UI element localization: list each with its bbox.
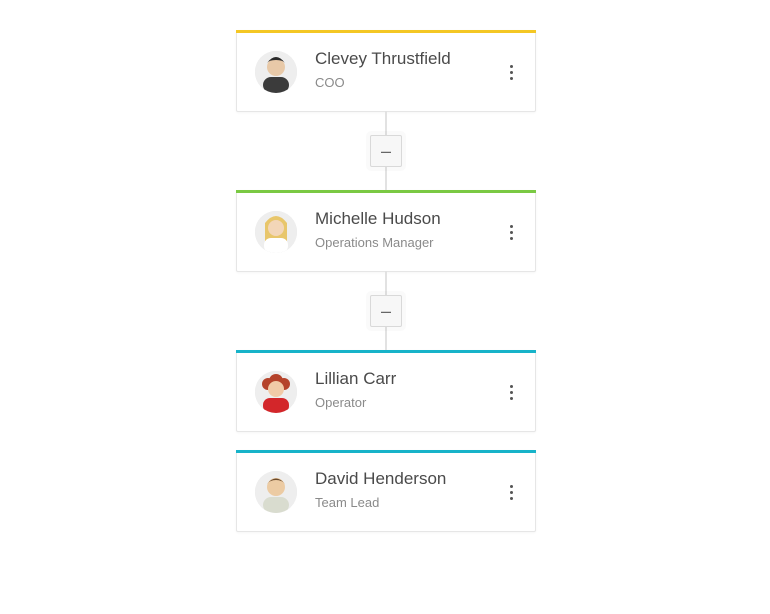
- org-card: Michelle Hudson Operations Manager: [236, 190, 536, 272]
- accent-stripe: [236, 190, 536, 193]
- avatar: [255, 51, 297, 93]
- org-card: Lillian Carr Operator: [236, 350, 536, 432]
- accent-stripe: [236, 30, 536, 33]
- person-name: Clevey Thrustfield: [315, 49, 451, 69]
- avatar: [255, 371, 297, 413]
- person-name: Lillian Carr: [315, 369, 396, 389]
- more-options-icon[interactable]: [501, 379, 521, 405]
- person-role: COO: [315, 75, 345, 90]
- accent-stripe: [236, 350, 536, 353]
- org-card: David Henderson Team Lead: [236, 450, 536, 532]
- collapse-toggle[interactable]: –: [370, 295, 402, 327]
- org-chart: Clevey Thrustfield COO – Michelle Hudson…: [0, 0, 770, 614]
- more-options-icon[interactable]: [501, 219, 521, 245]
- avatar: [255, 211, 297, 253]
- person-role: Operations Manager: [315, 235, 434, 250]
- accent-stripe: [236, 450, 536, 453]
- person-name: Michelle Hudson: [315, 209, 441, 229]
- more-options-icon[interactable]: [501, 59, 521, 85]
- collapse-toggle[interactable]: –: [370, 135, 402, 167]
- person-name: David Henderson: [315, 469, 446, 489]
- more-options-icon[interactable]: [501, 479, 521, 505]
- org-card: Clevey Thrustfield COO: [236, 30, 536, 112]
- person-role: Operator: [315, 395, 366, 410]
- person-role: Team Lead: [315, 495, 379, 510]
- avatar: [255, 471, 297, 513]
